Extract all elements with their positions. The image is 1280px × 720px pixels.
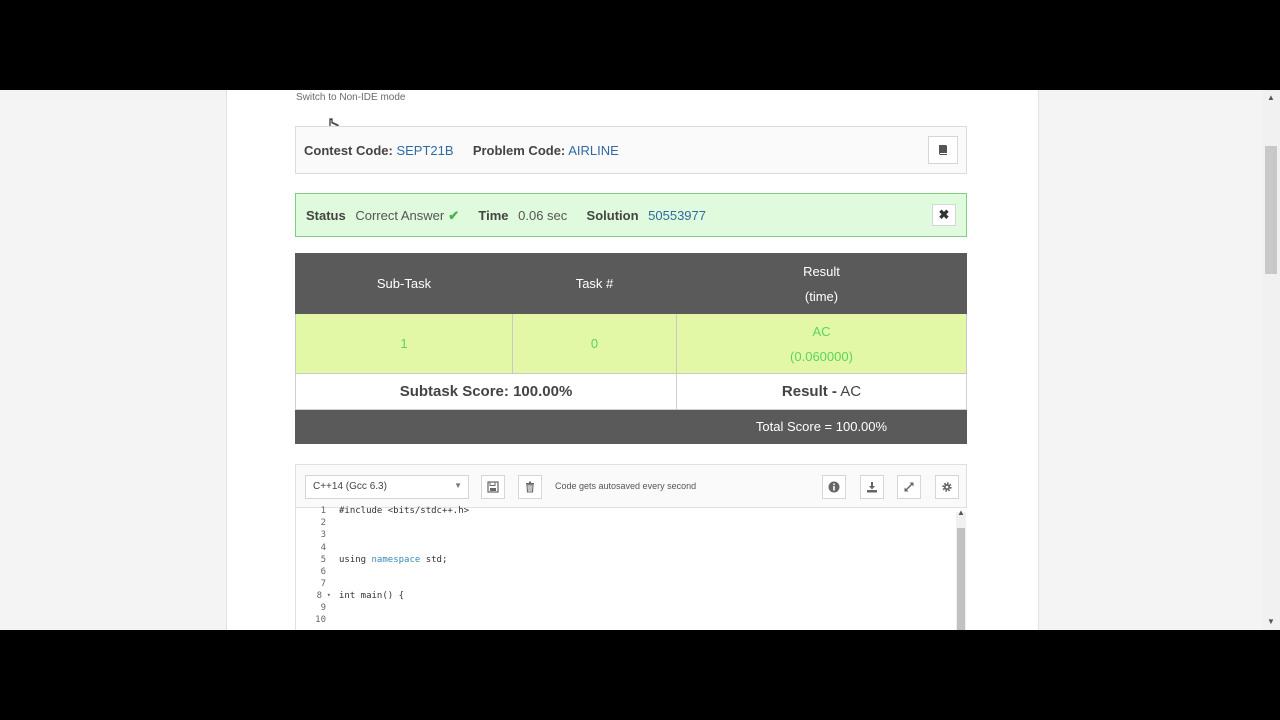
result-summary-label: Result - bbox=[781, 383, 837, 400]
save-button[interactable] bbox=[481, 475, 505, 499]
settings-button[interactable] bbox=[935, 475, 959, 499]
cell-result-time: (0.060000) bbox=[790, 348, 853, 364]
expand-icon bbox=[904, 482, 914, 492]
info-button[interactable] bbox=[822, 475, 846, 499]
table-row: 1 0 AC (0.060000) bbox=[295, 313, 967, 374]
scroll-up-arrow-icon[interactable]: ▲ bbox=[1267, 93, 1275, 102]
code-editor[interactable]: 1 2 3 4 5 6 7 8 ▾ 9 10 #include <bits/st… bbox=[295, 506, 968, 630]
page-scrollbar-thumb[interactable] bbox=[1265, 146, 1277, 274]
line-number: 4 bbox=[320, 543, 326, 553]
contest-info-bar: Contest Code: SEPT21B Problem Code: AIRL… bbox=[295, 126, 967, 174]
problem-statement-button[interactable] bbox=[928, 136, 958, 164]
score-row: Subtask Score: 100.00% Result - AC bbox=[295, 373, 967, 410]
table-header-row: Sub-Task Task # Result (time) bbox=[295, 253, 967, 314]
total-score-row: Total Score = 100.00% bbox=[295, 409, 967, 444]
autosave-notice: Code gets autosaved every second bbox=[555, 481, 697, 491]
cell-subtask: 1 bbox=[295, 313, 513, 374]
delete-button[interactable] bbox=[518, 475, 542, 499]
status-label: Status bbox=[306, 208, 346, 223]
header-result: Result (time) bbox=[676, 253, 967, 314]
status-value: Correct Answer bbox=[355, 208, 445, 223]
result-summary-value: AC bbox=[840, 383, 862, 400]
cell-task: 0 bbox=[512, 313, 677, 374]
switch-non-ide-link[interactable]: Switch to Non-IDE mode bbox=[296, 92, 406, 103]
line-number: 3 bbox=[320, 530, 326, 540]
line-number: 7 bbox=[320, 579, 326, 589]
code-token: using bbox=[339, 555, 372, 565]
fold-toggle-icon[interactable]: ▾ bbox=[327, 591, 331, 599]
header-result-line2: (time) bbox=[804, 288, 839, 304]
code-scrollbar[interactable]: ▲ bbox=[956, 508, 966, 630]
scroll-down-arrow-icon[interactable]: ▼ bbox=[1267, 617, 1275, 626]
browser-viewport: Switch to Non-IDE mode Contest Code: SEP… bbox=[0, 90, 1280, 630]
page-scrollbar[interactable]: ▲ ▼ bbox=[1263, 90, 1280, 630]
submission-status-bar: Status Correct Answer ✔ Time 0.06 sec Sol… bbox=[295, 193, 967, 237]
time-label: Time bbox=[478, 208, 509, 223]
code-line-5: using namespace std; bbox=[339, 555, 447, 565]
time-value: 0.06 sec bbox=[518, 208, 568, 223]
subtask-score-label: Subtask Score: bbox=[399, 383, 509, 400]
editor-toolbar: C++14 (Gcc 6.3) ▼ Code gets autosaved ev… bbox=[295, 464, 967, 508]
result-table: Sub-Task Task # Result (time) 1 0 AC (0.… bbox=[295, 253, 967, 444]
line-number: 6 bbox=[320, 567, 326, 577]
problem-code-value[interactable]: AIRLINE bbox=[568, 143, 619, 158]
info-icon bbox=[828, 481, 840, 493]
line-number: 8 bbox=[316, 591, 322, 601]
download-button[interactable] bbox=[860, 475, 884, 499]
header-result-line1: Result bbox=[803, 263, 840, 279]
code-scrollbar-thumb[interactable] bbox=[957, 528, 965, 630]
trash-icon bbox=[526, 481, 534, 493]
subtask-score-cell: Subtask Score: 100.00% bbox=[295, 373, 677, 410]
line-number: 10 bbox=[315, 615, 326, 625]
code-keyword: namespace bbox=[371, 555, 421, 565]
header-subtask: Sub-Task bbox=[295, 253, 513, 314]
close-status-button[interactable]: ✖ bbox=[932, 204, 956, 226]
line-number: 2 bbox=[320, 518, 326, 528]
code-token: std; bbox=[420, 555, 448, 565]
contest-code-value[interactable]: SEPT21B bbox=[396, 143, 453, 158]
close-icon: ✖ bbox=[938, 207, 950, 222]
header-task: Task # bbox=[512, 253, 677, 314]
code-line-1: #include <bits/stdc++.h> bbox=[339, 506, 470, 516]
line-number: 1 bbox=[320, 506, 326, 516]
language-value: C++14 (Gcc 6.3) bbox=[313, 481, 387, 492]
cell-result: AC (0.060000) bbox=[676, 313, 967, 374]
download-icon bbox=[867, 482, 877, 493]
fullscreen-button[interactable] bbox=[897, 475, 921, 499]
problem-code-label: Problem Code: bbox=[472, 143, 566, 158]
floppy-disk-icon bbox=[487, 481, 499, 493]
scroll-up-arrow-icon[interactable]: ▲ bbox=[957, 508, 965, 517]
language-select[interactable]: C++14 (Gcc 6.3) ▼ bbox=[305, 475, 469, 499]
result-summary-cell: Result - AC bbox=[676, 373, 967, 410]
solution-label: Solution bbox=[586, 208, 639, 223]
subtask-score-value: 100.00% bbox=[513, 383, 573, 400]
total-score: Total Score = 100.00% bbox=[676, 409, 967, 444]
check-icon: ✔ bbox=[448, 208, 460, 223]
caret-down-icon: ▼ bbox=[454, 481, 462, 490]
code-line-8: int main() { bbox=[339, 591, 405, 601]
book-icon bbox=[939, 145, 947, 155]
line-number: 5 bbox=[320, 555, 326, 565]
cell-result-verdict: AC bbox=[812, 323, 831, 339]
solution-id-link[interactable]: 50553977 bbox=[648, 208, 706, 223]
line-number: 9 bbox=[320, 603, 326, 613]
contest-code-label: Contest Code: bbox=[304, 143, 393, 158]
gear-icon bbox=[942, 482, 952, 492]
